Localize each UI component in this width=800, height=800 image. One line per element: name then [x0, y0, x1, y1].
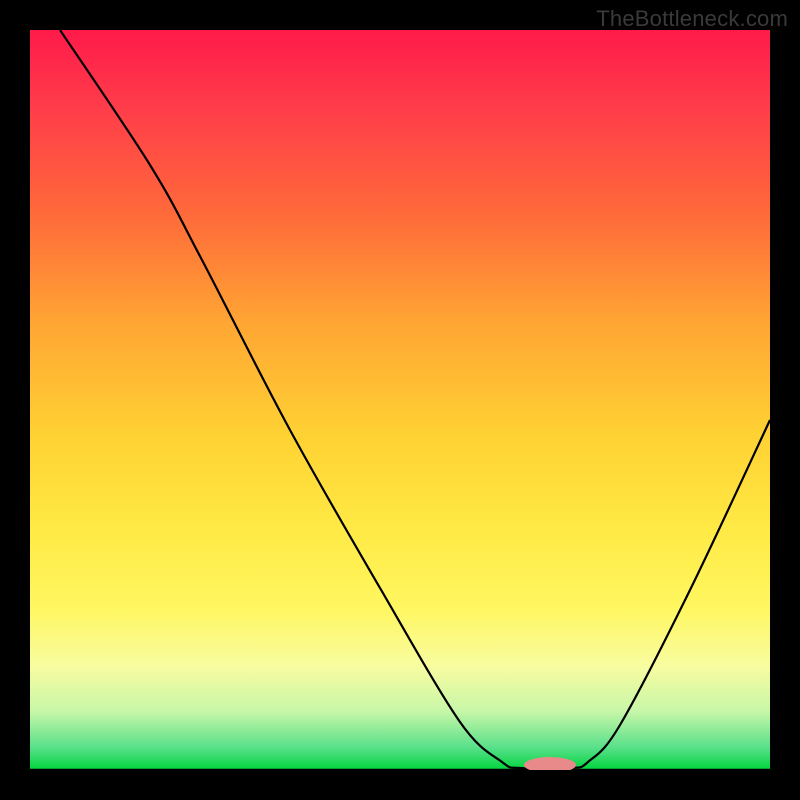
watermark: TheBottleneck.com [596, 6, 788, 32]
bottleneck-curve [60, 30, 770, 769]
optimal-marker [524, 757, 576, 770]
chart-svg [30, 30, 770, 770]
plot-area [30, 30, 770, 770]
chart-frame: TheBottleneck.com [0, 0, 800, 800]
